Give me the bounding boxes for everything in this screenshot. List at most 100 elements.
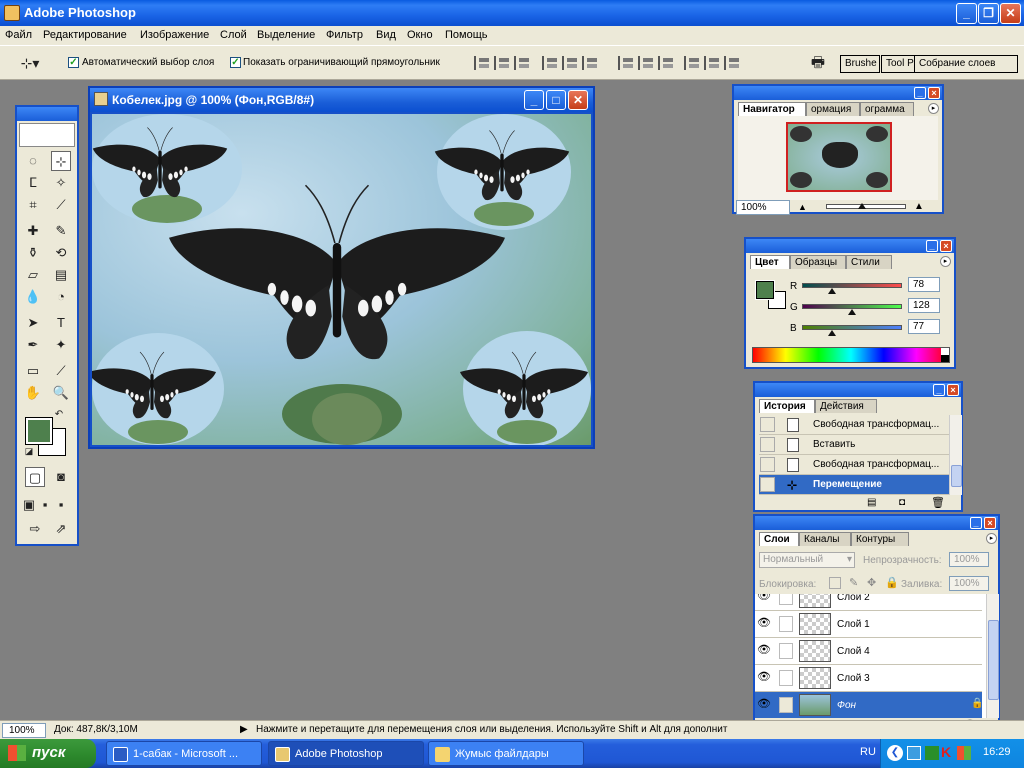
eye-icon[interactable]: 👁 [757, 672, 771, 683]
file-browser-icon[interactable]: 🖶 [808, 53, 828, 73]
menu-view[interactable]: Вид [376, 29, 396, 41]
layers-close-button[interactable]: × [984, 517, 996, 529]
fill-input[interactable]: 100% [949, 576, 989, 591]
type-tool-icon[interactable]: T [51, 313, 71, 333]
channel-b-input[interactable]: 77 [908, 319, 940, 334]
adobe-online-feather-icon[interactable] [19, 123, 75, 147]
tab-info[interactable]: ормация [806, 102, 860, 116]
layer-row[interactable]: 👁 Слой 3 [755, 665, 982, 692]
layer-link-box[interactable] [779, 643, 793, 659]
history-item[interactable]: Свободная трансформац... [759, 415, 951, 435]
history-snapshot-checkbox[interactable] [760, 437, 775, 452]
tab-layers[interactable]: Слои [759, 532, 799, 546]
auto-select-layer-checkbox[interactable]: ✓ [68, 57, 79, 68]
tab-history[interactable]: История [759, 399, 815, 413]
healing-brush-tool-icon[interactable]: ✚ [23, 221, 43, 241]
lock-position-icon[interactable]: ✥ [867, 576, 876, 589]
swap-colors-icon[interactable]: ↶ [53, 409, 65, 421]
language-indicator[interactable]: RU [860, 746, 876, 758]
history-scrollbar[interactable] [949, 415, 962, 495]
align-vcenter-icon[interactable] [494, 56, 512, 70]
lasso-tool-icon[interactable]: ⵎ [23, 173, 43, 193]
layer-link-box[interactable] [779, 616, 793, 632]
layer-link-box[interactable] [779, 670, 793, 686]
quick-mask-mode-icon[interactable]: ◙ [51, 467, 71, 487]
history-item[interactable]: Вставить [759, 435, 951, 455]
channel-r-thumb[interactable] [828, 288, 836, 294]
color-palette-header[interactable]: _ × [746, 239, 954, 253]
layer-row[interactable]: 👁 Слой 2 [755, 594, 982, 611]
menu-image[interactable]: Изображение [140, 29, 209, 41]
doc-size-info[interactable]: Док: 487,8К/3,10М [54, 724, 138, 735]
toolbox-header[interactable] [17, 107, 77, 121]
channel-g-input[interactable]: 128 [908, 298, 940, 313]
eye-icon[interactable]: 👁 [757, 594, 771, 602]
tab-channels[interactable]: Каналы [799, 532, 851, 546]
history-snapshot-checkbox[interactable] [760, 477, 775, 492]
dodge-tool-icon[interactable]: ◔ [51, 287, 71, 307]
default-colors-icon[interactable]: ◪ [23, 445, 35, 457]
distribute-vcenter-icon[interactable] [638, 56, 656, 70]
layer-row[interactable]: 👁 Слой 4 [755, 638, 982, 665]
gradient-tool-icon[interactable]: ▤ [51, 265, 71, 285]
navigator-view-box[interactable] [786, 122, 892, 192]
move-tool-preset-icon[interactable]: ⊹▾ [20, 53, 40, 73]
distribute-right-icon[interactable] [724, 56, 742, 70]
marquee-tool-icon[interactable]: ◌ [23, 151, 43, 171]
status-zoom-input[interactable]: 100% [2, 723, 46, 738]
navigator-zoom-slider[interactable] [826, 204, 906, 209]
history-palette-header[interactable]: _ × [755, 383, 961, 397]
channel-r-slider[interactable] [802, 283, 902, 288]
path-selection-tool-icon[interactable]: ➤ [23, 313, 43, 333]
layer-link-box[interactable] [779, 594, 793, 605]
doc-minimize-button[interactable]: _ [524, 90, 544, 110]
slice-tool-icon[interactable]: ⟋ [51, 195, 71, 215]
status-arrow-icon[interactable]: ▶ [240, 724, 248, 735]
blur-tool-icon[interactable]: 💧 [23, 287, 43, 307]
zoom-tool-icon[interactable]: 🔍 [51, 383, 71, 403]
clock[interactable]: 16:29 [983, 746, 1011, 758]
opacity-input[interactable]: 100% [949, 552, 989, 567]
new-snapshot-icon[interactable]: ◘ [899, 497, 905, 508]
navigator-close-button[interactable]: × [928, 87, 940, 99]
menu-window[interactable]: Окно [407, 29, 433, 41]
standard-mode-icon[interactable]: ▢ [25, 467, 45, 487]
taskbar-item-word[interactable]: 1-сабак - Microsoft ... [106, 741, 262, 766]
channel-b-slider[interactable] [802, 325, 902, 330]
doc-maximize-button[interactable]: □ [546, 90, 566, 110]
lock-paint-icon[interactable]: ✎ [849, 576, 858, 589]
new-document-from-state-icon[interactable]: ▤ [867, 497, 876, 508]
full-screen-menu-mode-icon[interactable]: ▪ [37, 495, 53, 515]
align-hcenter-icon[interactable] [562, 56, 580, 70]
jump-to-imageready-icon-2[interactable]: ⇗ [51, 519, 71, 539]
minimize-button[interactable]: _ [956, 3, 977, 24]
restore-button[interactable]: ❐ [978, 3, 999, 24]
align-top-icon[interactable] [474, 56, 492, 70]
menu-file[interactable]: Файл [5, 29, 32, 41]
notes-tool-icon[interactable]: ▭ [23, 361, 43, 381]
full-screen-mode-icon[interactable]: ▪ [53, 495, 69, 515]
magic-wand-tool-icon[interactable]: ✧ [51, 173, 71, 193]
distribute-bottom-icon[interactable] [658, 56, 676, 70]
pen-tool-icon[interactable]: ✒ [23, 335, 43, 355]
clone-stamp-tool-icon[interactable]: ⚱ [23, 243, 43, 263]
eraser-tool-icon[interactable]: ▱ [23, 265, 43, 285]
history-brush-tool-icon[interactable]: ⟲ [51, 243, 71, 263]
menu-help[interactable]: Помощь [445, 29, 488, 41]
eye-icon[interactable]: 👁 [757, 645, 771, 656]
eye-icon[interactable]: 👁 [757, 618, 771, 629]
lock-all-icon[interactable]: 🔒 [885, 576, 899, 589]
tray-app-icon[interactable] [957, 746, 971, 760]
crop-tool-icon[interactable]: ⌗ [23, 195, 43, 215]
navigator-menu-icon[interactable]: ▸ [928, 103, 939, 114]
hand-tool-icon[interactable]: ✋ [23, 383, 43, 403]
start-button[interactable]: пуск [0, 739, 96, 768]
palette-well-tab-tool-presets[interactable]: Tool P [881, 55, 915, 73]
channel-r-input[interactable]: 78 [908, 277, 940, 292]
align-left-icon[interactable] [542, 56, 560, 70]
custom-shape-tool-icon[interactable]: ✦ [51, 335, 71, 355]
jump-to-imageready-icon[interactable]: ⇨ [25, 519, 45, 539]
distribute-left-icon[interactable] [684, 56, 702, 70]
close-button[interactable]: ✕ [1000, 3, 1021, 24]
align-right-icon[interactable] [582, 56, 600, 70]
